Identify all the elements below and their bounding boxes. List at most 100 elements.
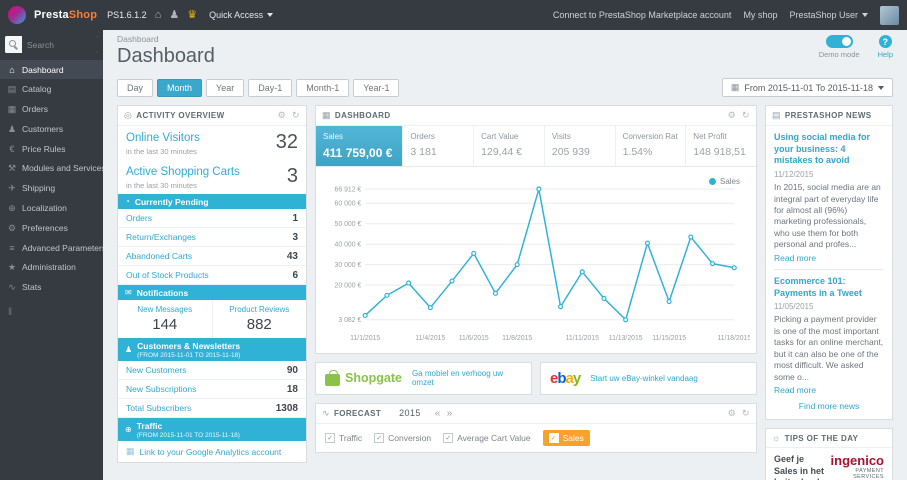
search-input[interactable]	[22, 36, 98, 53]
user-menu[interactable]: PrestaShop User	[789, 10, 868, 20]
forecast-option-traffic[interactable]: ✓ Traffic	[325, 432, 362, 443]
forecast-year-select[interactable]: 2015	[399, 408, 421, 418]
find-more-news-link[interactable]: Find more news	[774, 395, 884, 413]
dashboard-panel: ▦ DASHBOARD ⚙ ↻ Sales 411 759,00 € Order…	[315, 105, 757, 354]
help-button[interactable]: ? Help	[878, 35, 893, 59]
svg-text:11/1/2015: 11/1/2015	[350, 335, 380, 342]
sidebar-item-catalog[interactable]: ▤ Catalog	[0, 79, 103, 99]
kpi-orders[interactable]: Orders 3 181	[403, 126, 475, 166]
kpi-cart-value[interactable]: Cart Value 129,44 €	[474, 126, 545, 166]
toggle-switch-icon[interactable]	[825, 35, 853, 48]
shopgate-promo[interactable]: Shopgate Ga mobiel en verhoog uw omzet	[315, 361, 532, 395]
google-analytics-link[interactable]: ▦ Link to your Google Analytics account	[118, 441, 306, 462]
prev-icon[interactable]: «	[435, 408, 441, 419]
new-subscriptions-row[interactable]: New Subscriptions 18	[118, 380, 306, 400]
demo-mode-toggle[interactable]: Demo mode	[819, 35, 860, 59]
sidebar-item-orders[interactable]: ▦ Orders	[0, 99, 103, 119]
svg-text:20 000 €: 20 000 €	[335, 283, 362, 290]
sidebar-item-localization[interactable]: ⊕ Localization	[0, 198, 103, 218]
kpi-conversion-rate[interactable]: Conversion Rate 1.54%	[616, 126, 687, 166]
svg-text:11/11/2015: 11/11/2015	[566, 335, 599, 342]
module-promos: Shopgate Ga mobiel en verhoog uw omzet e…	[315, 361, 757, 395]
next-icon[interactable]: »	[447, 408, 453, 419]
svg-text:3 082 €: 3 082 €	[338, 317, 361, 324]
chevron-down-icon	[878, 85, 884, 90]
tab-month-1[interactable]: Month-1	[296, 78, 350, 97]
activity-overview-panel: ◎ ACTIVITY OVERVIEW ⚙ ↻ Online Visitors …	[117, 105, 307, 464]
kpi-sales[interactable]: Sales 411 759,00 €	[316, 126, 404, 166]
kpi-net-profit[interactable]: Net Profit 148 918,51 €	[686, 126, 756, 166]
traffic-header: ⊕ Traffic (FROM 2015-11-01 TO 2015-11-18…	[118, 418, 306, 442]
forecast-option-sales[interactable]: ✓ Sales	[542, 429, 590, 446]
tab-day-1[interactable]: Day-1	[248, 78, 293, 97]
ebay-promo[interactable]: ebay Start uw eBay-winkel vandaag	[540, 361, 757, 395]
sidebar-item-dashboard[interactable]: ⌂ Dashboard	[0, 60, 103, 79]
news-headline[interactable]: Using social media for your business: 4 …	[774, 132, 884, 167]
read-more-link[interactable]: Read more	[774, 253, 884, 263]
pending-returns-row[interactable]: Return/Exchanges 3	[118, 228, 306, 248]
kpi-row: Sales 411 759,00 € Orders 3 181 Cart Val…	[316, 126, 756, 167]
refresh-icon[interactable]: ↻	[742, 408, 750, 419]
tab-year[interactable]: Year	[206, 78, 245, 97]
gear-icon[interactable]: ⚙	[728, 110, 736, 121]
new-messages-cell[interactable]: New Messages 144	[118, 300, 212, 338]
sidebar-search	[5, 36, 98, 53]
user-avatar[interactable]	[880, 5, 899, 25]
read-more-link[interactable]: Read more	[774, 385, 884, 395]
active-carts-row[interactable]: Active Shopping Carts in the last 30 min…	[118, 160, 306, 194]
prestashop-logo[interactable]	[8, 6, 26, 24]
news-excerpt: In 2015, social media are an integral pa…	[774, 182, 881, 250]
news-headline[interactable]: Ecommerce 101: Payments in a Tweet	[774, 276, 884, 299]
gear-icon[interactable]: ⚙	[278, 110, 286, 121]
refresh-icon[interactable]: ↻	[742, 110, 750, 121]
sidebar-item-preferences[interactable]: ⚙ Preferences	[0, 218, 103, 238]
sidebar-item-modules[interactable]: ⚒ Modules and Services	[0, 158, 103, 178]
page-title: Dashboard	[117, 45, 215, 67]
gear-icon[interactable]: ⚙	[728, 408, 736, 419]
refresh-icon[interactable]: ↻	[292, 110, 300, 121]
sidebar-collapse-icon[interactable]: ‖	[8, 307, 95, 318]
tab-year-1[interactable]: Year-1	[353, 78, 400, 97]
breadcrumb[interactable]: Dashboard	[117, 34, 893, 44]
search-icon[interactable]	[5, 36, 22, 53]
svg-text:30 000 €: 30 000 €	[335, 262, 362, 269]
shopgate-link[interactable]: Ga mobiel en verhoog uw omzet	[412, 369, 522, 388]
tab-month[interactable]: Month	[157, 78, 203, 97]
shop-icon[interactable]: ⌂	[155, 9, 162, 21]
online-visitors-row[interactable]: Online Visitors in the last 30 minutes 3…	[118, 126, 306, 160]
pending-orders-row[interactable]: Orders 1	[118, 209, 306, 229]
forecast-option-average-cart-value[interactable]: ✓ Average Cart Value	[443, 432, 531, 443]
abandoned-carts-row[interactable]: Abandoned Carts 43	[118, 247, 306, 267]
sidebar-item-advanced-parameters[interactable]: ≡ Advanced Parameters	[0, 238, 103, 257]
ebay-link[interactable]: Start uw eBay-winkel vandaag	[590, 374, 698, 384]
analytics-icon: ▦	[126, 446, 135, 457]
product-reviews-cell[interactable]: Product Reviews 882	[211, 300, 307, 339]
chevron-down-icon	[862, 13, 868, 17]
my-shop-link[interactable]: My shop	[743, 10, 777, 20]
news-article: Using social media for your business: 4 …	[774, 132, 884, 263]
version-badge: PS1.6.1.2	[107, 10, 147, 20]
trophy-icon[interactable]: ♛	[187, 9, 197, 21]
svg-text:60 000 €: 60 000 €	[335, 201, 362, 208]
tab-day[interactable]: Day	[117, 78, 154, 97]
quick-access-menu[interactable]: Quick Access	[209, 10, 274, 20]
total-subscribers-row[interactable]: Total Subscribers 1308	[118, 399, 306, 419]
news-icon: ▤	[772, 110, 781, 120]
sidebar-item-shipping[interactable]: ✈ Shipping	[0, 178, 103, 198]
date-range-picker[interactable]: ▦ From 2015-11-01 To 2015-11-18	[721, 78, 893, 97]
new-customers-row[interactable]: New Customers 90	[118, 361, 306, 381]
forecast-option-conversion[interactable]: ✓ Conversion	[374, 432, 431, 443]
sidebar-item-price-rules[interactable]: € Price Rules	[0, 139, 103, 158]
kpi-visits[interactable]: Visits 205 939	[545, 126, 616, 166]
out-of-stock-row[interactable]: Out of Stock Products 6	[118, 266, 306, 286]
sidebar-item-administration[interactable]: ★ Administration	[0, 257, 103, 277]
sidebar-item-customers[interactable]: ♟ Customers	[0, 119, 103, 139]
sidebar: ⌂Dashboard ▤Catalog ▦Orders ♟Customers €…	[0, 30, 103, 480]
currently-pending-header: ◔ Currently Pending	[118, 194, 306, 210]
calendar-icon: ▦	[730, 82, 740, 92]
chart-legend: Sales	[708, 177, 740, 186]
sidebar-item-stats[interactable]: ∿ Stats	[0, 277, 103, 297]
news-date: 11/12/2015	[774, 170, 814, 180]
marketplace-link[interactable]: Connect to PrestaShop Marketplace accoun…	[553, 10, 732, 20]
employees-icon[interactable]: ♟	[169, 9, 179, 21]
